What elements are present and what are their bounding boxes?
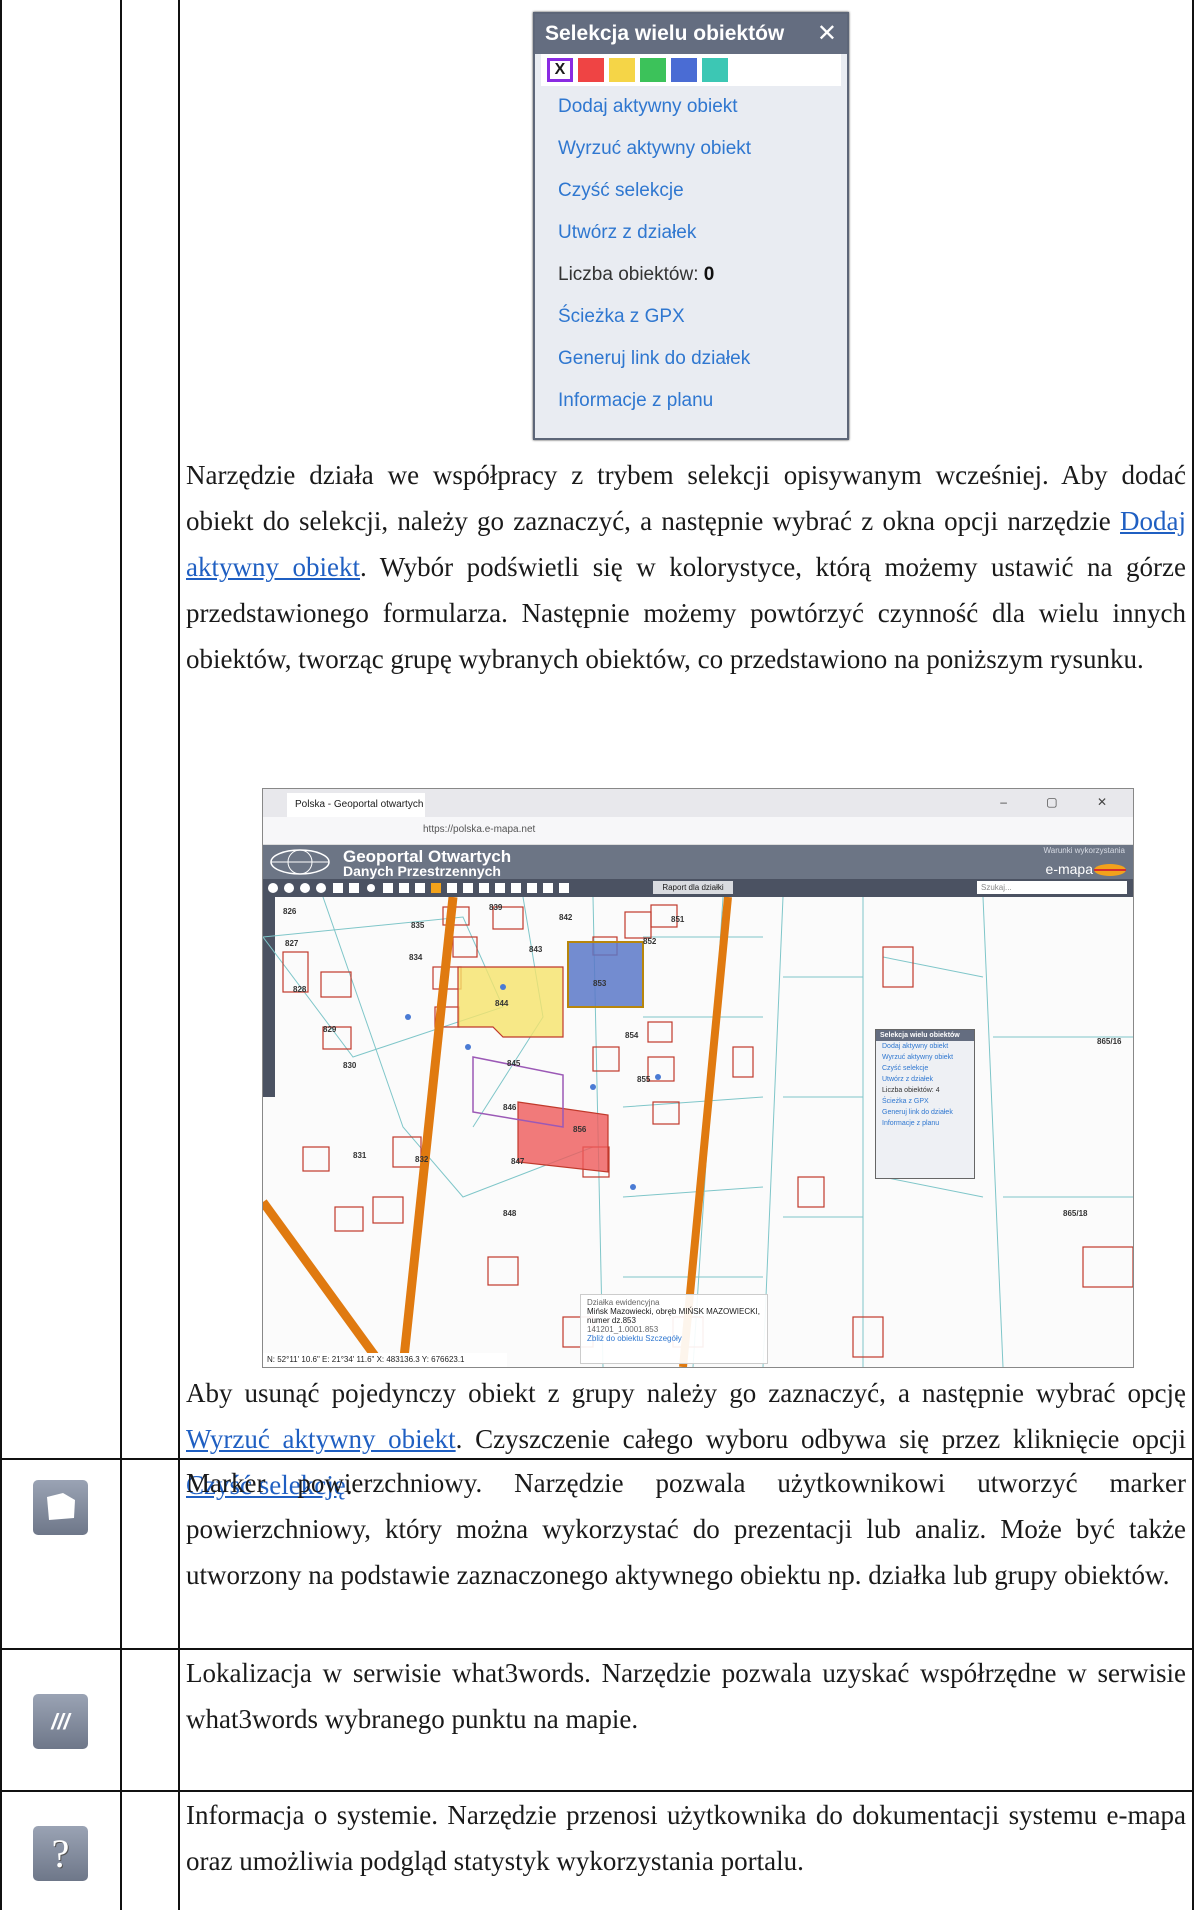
toolbar-icons [268,883,569,893]
mini-panel-item: Dodaj aktywny obiekt [882,1043,949,1050]
paragraph-selection-intro: Narzędzie działa we współpracy z trybem … [186,452,1186,682]
table-border-left [0,0,2,1910]
plot-label: 855 [637,1075,651,1084]
geo-system-logo [270,849,330,875]
area-marker-icon [33,1480,88,1535]
plot-label: 846 [503,1103,517,1112]
browser-address-bar: https://polska.e-mapa.net [263,817,1133,845]
color-swatches: X [541,54,841,86]
mini-panel-count: Liczba obiektów: 4 [882,1087,940,1094]
link-remove-active-object[interactable]: Wyrzuć aktywny obiekt [186,1424,456,1454]
search-input[interactable]: Szukaj... [977,881,1127,894]
plot-label: 828 [293,985,307,994]
plot-label: 851 [671,915,685,924]
plot-label: 848 [503,1209,517,1218]
menu-item-create-from-plots[interactable]: Utwórz z działek [535,212,847,254]
selection-panel-title: Selekcja wielu obiektów [545,22,785,45]
object-count-value: 0 [703,264,715,285]
swatch-blue[interactable] [671,58,697,82]
portal-banner: Geoportal Otwartych Danych Przestrzennyc… [263,845,1133,879]
plot-label: 831 [353,1151,367,1160]
mini-panel-item: Informacje z planu [882,1120,940,1127]
menu-item-gpx-path[interactable]: Ścieżka z GPX [535,296,847,338]
object-count: Liczba obiektów: 0 [535,254,847,296]
plot-label: 842 [559,913,573,922]
plot-label: 865/18 [1063,1209,1088,1218]
help-icon: ? [33,1826,88,1881]
info-line: 141201_1.0001.853 [587,1325,659,1334]
menu-item-remove-active[interactable]: Wyrzuć aktywny obiekt [535,128,847,170]
paragraph-text: Narzędzie działa we współpracy z trybem … [186,460,1186,536]
selection-panel: Selekcja wielu obiektów ✕ X Dodaj aktywn… [533,12,849,440]
table-column-divider-2 [178,0,180,1910]
mini-panel-title: Selekcja wielu obiektów [876,1030,974,1041]
mini-panel-item: Wyrzuć aktywny obiekt [882,1054,954,1061]
browser-tab: Polska - Geoportal otwartych d... [287,793,425,834]
info-line: Mińsk Mazowiecki, obręb MIŃSK MAZOWIECKI… [587,1307,760,1325]
mini-panel-item: Ścieżka z GPX [882,1098,929,1105]
plot-label: 826 [283,907,297,916]
menu-item-add-active[interactable]: Dodaj aktywny obiekt [535,86,847,128]
brand-stripe-logo [1094,864,1126,876]
paragraph-text: Aby usunąć pojedynczy obiekt z grupy nal… [186,1378,1186,1408]
plot-label: 829 [323,1025,337,1034]
menu-item-generate-link[interactable]: Generuj link do działek [535,338,847,380]
map-toolbar: Raport dla działki Szukaj... [263,879,1133,897]
plot-label: 843 [529,945,543,954]
close-icon[interactable]: ✕ [817,14,837,54]
mini-panel-item: Utwórz z działek [882,1076,933,1083]
plot-label: 853 [593,979,607,988]
plot-label: 854 [625,1031,639,1040]
area-marker-shape [47,1493,75,1520]
mini-panel-item: Czyść selekcje [882,1065,929,1072]
swatch-none[interactable]: X [547,58,573,82]
marker-description: Marker powierzchniowy. Narzędzie pozwala… [186,1468,1186,1590]
plot-label: 839 [489,903,503,912]
plot-label: 834 [409,953,423,962]
terms-link: Warunki wykorzystania [1043,846,1125,855]
menu-item-plan-info[interactable]: Informacje z planu [535,380,847,422]
menu-item-clear-selection[interactable]: Czyść selekcje [535,170,847,212]
plot-label: 844 [495,999,509,1008]
plot-label: 865/16 [1097,1037,1122,1046]
plot-info-box: Działka ewidencyjna Mińsk Mazowiecki, ob… [580,1294,768,1364]
mini-panel-item: Generuj link do działek [882,1109,953,1116]
plot-label: 835 [411,921,425,930]
table-column-divider-1 [120,0,122,1910]
object-count-label: Liczba obiektów: [558,264,699,285]
help-glyph: ? [51,1831,70,1876]
report-button[interactable]: Raport dla działki [653,881,733,894]
what3words-icon: /// [33,1694,88,1749]
selection-panel-header: Selekcja wielu obiektów ✕ [535,14,847,54]
swatch-yellow[interactable] [609,58,635,82]
plot-label: 852 [643,937,657,946]
info-line: Działka ewidencyjna [587,1298,660,1307]
plot-label: 830 [343,1061,357,1070]
plot-label: 856 [573,1125,587,1134]
window-controls: – ▢ ✕ [1000,795,1125,809]
what3words-glyph: /// [51,1709,70,1734]
banner-title-line2: Danych Przestrzennych [343,863,501,879]
plot-label: 832 [415,1155,429,1164]
mini-selection-panel: Selekcja wielu obiektów Dodaj aktywny ob… [875,1029,975,1179]
info-line: Zbliż do obiektu Szczegóły [587,1334,682,1343]
swatch-teal[interactable] [702,58,728,82]
plot-label: 847 [511,1157,525,1166]
plot-label: 845 [507,1059,521,1068]
system-info-description: Informacja o systemie. Narzędzie przenos… [186,1800,1186,1876]
swatch-green[interactable] [640,58,666,82]
map-screenshot: Polska - Geoportal otwartych d... – ▢ ✕ … [262,788,1134,1368]
url-text: https://polska.e-mapa.net [423,824,536,835]
browser-tabbar: Polska - Geoportal otwartych d... – ▢ ✕ [263,789,1133,834]
swatch-red[interactable] [578,58,604,82]
paragraph-text: . Czyszczenie całego wyboru odbywa się p… [455,1424,1186,1454]
what3words-description: Lokalizacja w serwisie what3words. Narzę… [186,1658,1186,1734]
coordinates-bar: N: 52°11' 10.6" E: 21°34' 11.6" X: 48313… [263,1353,507,1367]
brand-label: e-mapa [1045,861,1093,877]
plot-label: 827 [285,939,299,948]
